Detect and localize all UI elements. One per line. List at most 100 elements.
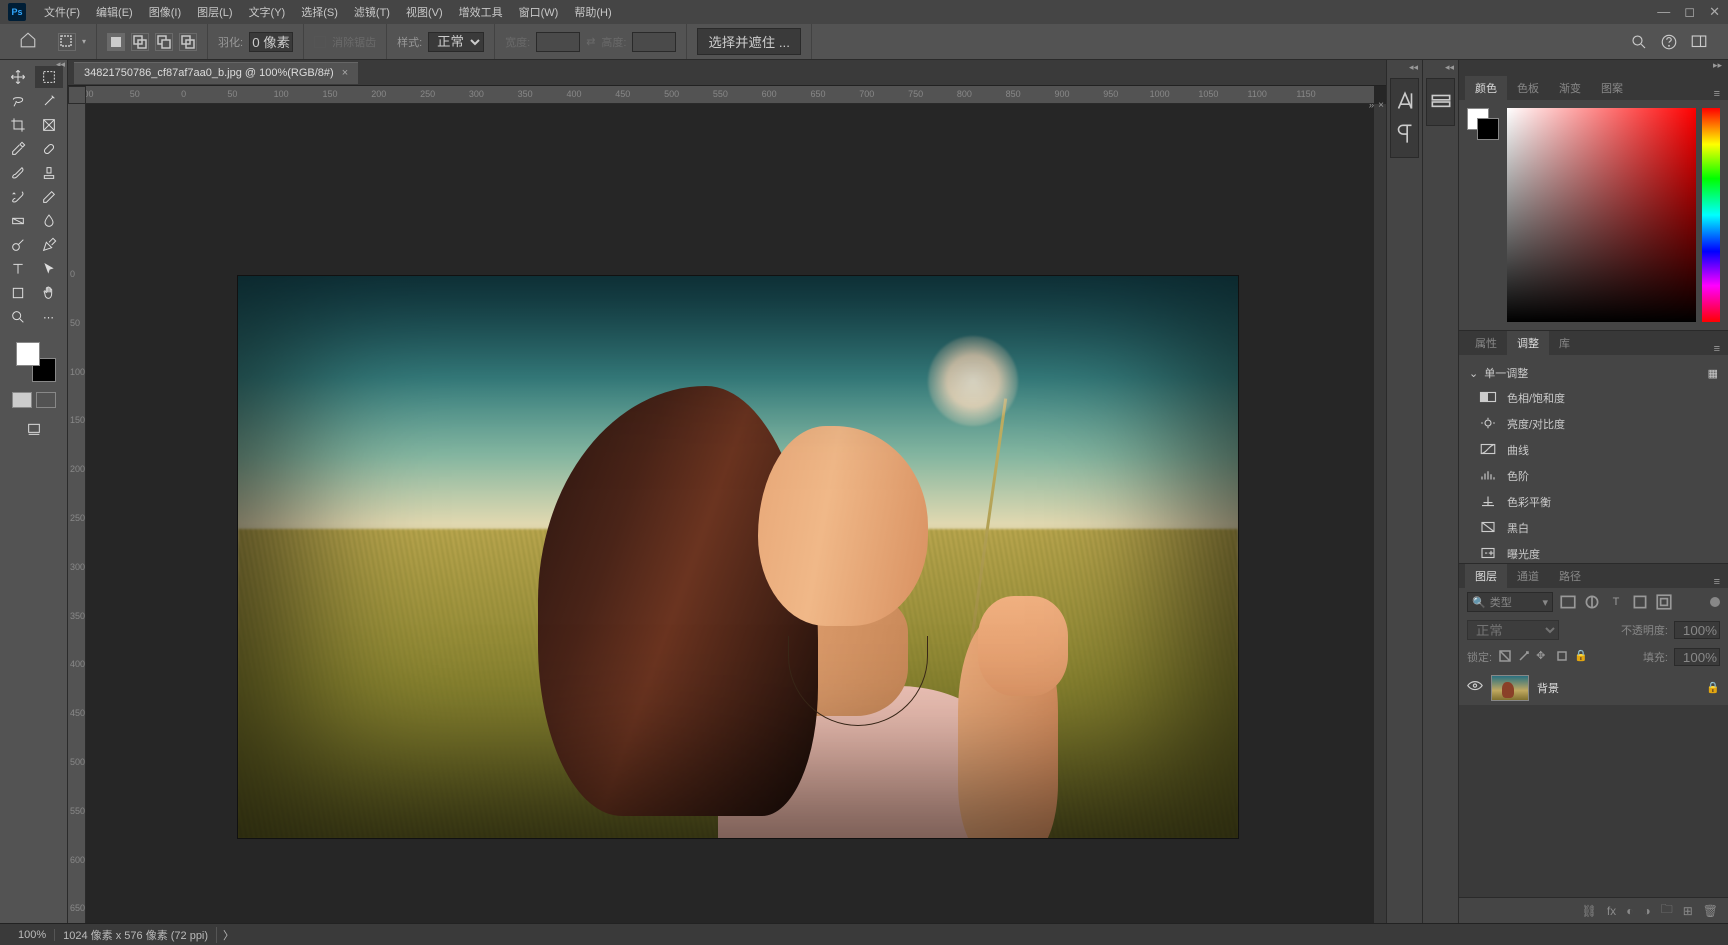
tab-channels[interactable]: 通道 xyxy=(1507,564,1549,588)
menu-select[interactable]: 选择(S) xyxy=(293,4,346,20)
layer-mask-icon[interactable]: ◐ xyxy=(1626,904,1633,918)
tab-swatches[interactable]: 色板 xyxy=(1507,76,1549,100)
tab-libraries[interactable]: 库 xyxy=(1549,331,1580,355)
filter-adjustment-icon[interactable] xyxy=(1583,593,1601,611)
menu-image[interactable]: 图像(I) xyxy=(141,4,189,20)
history-brush-tool-icon[interactable] xyxy=(4,186,32,208)
standard-mode-icon[interactable] xyxy=(12,392,32,408)
opacity-input[interactable] xyxy=(1674,621,1720,639)
menu-edit[interactable]: 编辑(E) xyxy=(88,4,141,20)
filter-pixel-icon[interactable] xyxy=(1559,593,1577,611)
panel-menu-icon[interactable]: ≡ xyxy=(1706,88,1728,100)
tab-adjustments[interactable]: 调整 xyxy=(1507,331,1549,355)
path-select-tool-icon[interactable] xyxy=(35,258,63,280)
selection-intersect-icon[interactable] xyxy=(179,33,197,51)
select-and-mask-button[interactable]: 选择并遮住 ... xyxy=(697,28,800,55)
status-more-icon[interactable]: 〉 xyxy=(217,927,240,943)
adj-brightness[interactable]: 亮度/对比度 xyxy=(1459,411,1728,437)
screen-mode-icon[interactable] xyxy=(20,418,48,440)
tab-paths[interactable]: 路径 xyxy=(1549,564,1591,588)
color-swatches[interactable] xyxy=(16,342,56,382)
eraser-tool-icon[interactable] xyxy=(35,186,63,208)
tab-patterns[interactable]: 图案 xyxy=(1591,76,1633,100)
window-minimize-icon[interactable]: — xyxy=(1657,4,1670,20)
window-close-icon[interactable]: ✕ xyxy=(1709,4,1720,20)
help-icon[interactable] xyxy=(1660,33,1678,51)
adj-exposure[interactable]: 曝光度 xyxy=(1459,541,1728,563)
dodge-tool-icon[interactable] xyxy=(4,234,32,256)
lock-move-icon[interactable]: ✥ xyxy=(1536,649,1550,666)
zoom-level[interactable]: 100% xyxy=(10,929,55,941)
fill-input[interactable] xyxy=(1674,648,1720,666)
color-picker-field[interactable] xyxy=(1507,108,1696,322)
canvas-viewport[interactable] xyxy=(86,104,1374,923)
image-canvas[interactable] xyxy=(238,276,1238,838)
brush-tool-icon[interactable] xyxy=(4,162,32,184)
tab-gradients[interactable]: 渐变 xyxy=(1549,76,1591,100)
menu-type[interactable]: 文字(Y) xyxy=(241,4,294,20)
crop-tool-icon[interactable] xyxy=(4,114,32,136)
selection-new-icon[interactable] xyxy=(107,33,125,51)
tab-color[interactable]: 颜色 xyxy=(1465,76,1507,100)
window-maximize-icon[interactable]: ◻ xyxy=(1684,4,1695,20)
panel-menu-icon[interactable]: ≡ xyxy=(1706,576,1728,588)
color-panel-swatches[interactable] xyxy=(1467,108,1501,322)
filter-shape-icon[interactable] xyxy=(1631,593,1649,611)
filter-smart-icon[interactable] xyxy=(1655,593,1673,611)
panel-background-swatch[interactable] xyxy=(1477,118,1499,140)
adjustment-layer-icon[interactable]: ◑ xyxy=(1643,904,1650,918)
adjustments-header[interactable]: ⌄ 单一调整 ▦ xyxy=(1459,361,1728,385)
close-tab-icon[interactable]: × xyxy=(342,67,348,79)
menu-view[interactable]: 视图(V) xyxy=(398,4,451,20)
zoom-tool-icon[interactable] xyxy=(4,306,32,328)
move-tool-icon[interactable] xyxy=(4,66,32,88)
tab-layers[interactable]: 图层 xyxy=(1465,564,1507,588)
heal-tool-icon[interactable] xyxy=(35,138,63,160)
layer-name[interactable]: 背景 xyxy=(1537,680,1698,696)
panel-menu-icon[interactable]: ≡ xyxy=(1706,343,1728,355)
visibility-toggle-icon[interactable] xyxy=(1467,680,1483,694)
menu-filter[interactable]: 滤镜(T) xyxy=(346,4,398,20)
ruler-vertical[interactable]: 0501001502002503003504004505005506006507… xyxy=(68,104,86,923)
panels-collapse-icon[interactable]: ▸▸ xyxy=(1459,60,1728,76)
lock-position-icon[interactable] xyxy=(1517,649,1531,666)
menu-file[interactable]: 文件(F) xyxy=(36,4,88,20)
feather-input[interactable] xyxy=(249,32,293,52)
document-tab[interactable]: 34821750786_cf87af7aa0_b.jpg @ 100%(RGB/… xyxy=(74,62,358,84)
layer-thumbnail[interactable] xyxy=(1491,675,1529,701)
lock-all-icon[interactable]: 🔒 xyxy=(1574,649,1588,666)
menu-plugins[interactable]: 增效工具 xyxy=(451,4,511,20)
blend-mode-select[interactable]: 正常 xyxy=(1467,620,1559,640)
character-panel-icon[interactable] xyxy=(1392,89,1418,115)
shape-tool-icon[interactable] xyxy=(4,282,32,304)
adj-black-white[interactable]: 黑白 xyxy=(1459,515,1728,541)
type-tool-icon[interactable] xyxy=(4,258,32,280)
adj-color-balance[interactable]: 色彩平衡 xyxy=(1459,489,1728,515)
document-dimensions[interactable]: 1024 像素 x 576 像素 (72 ppi) xyxy=(55,927,217,943)
pen-tool-icon[interactable] xyxy=(35,234,63,256)
lock-pixels-icon[interactable] xyxy=(1498,649,1512,666)
scrollbar-vertical[interactable]: »× xyxy=(1374,104,1386,923)
dock2-collapse-icon[interactable]: ◂◂ xyxy=(1445,62,1454,73)
style-select[interactable]: 正常 xyxy=(428,32,484,52)
selection-add-icon[interactable] xyxy=(131,33,149,51)
filter-toggle[interactable] xyxy=(1710,597,1720,607)
menu-help[interactable]: 帮助(H) xyxy=(566,4,619,20)
paragraph-panel-icon[interactable] xyxy=(1392,121,1418,147)
marquee-tool-icon[interactable] xyxy=(35,66,63,88)
frame-tool-icon[interactable] xyxy=(35,114,63,136)
gradient-tool-icon[interactable] xyxy=(4,210,32,232)
layer-fx-icon[interactable]: fx xyxy=(1607,904,1616,918)
layer-filter-select[interactable]: 🔍 类型▾ xyxy=(1467,592,1553,612)
doc-close-icon[interactable]: × xyxy=(1378,100,1384,111)
menu-layer[interactable]: 图层(L) xyxy=(189,4,240,20)
quickmask-mode-icon[interactable] xyxy=(36,392,56,408)
adj-levels[interactable]: 色阶 xyxy=(1459,463,1728,489)
blur-tool-icon[interactable] xyxy=(35,210,63,232)
menu-window[interactable]: 窗口(W) xyxy=(511,4,567,20)
filter-type-icon[interactable]: T xyxy=(1607,593,1625,611)
layer-group-icon[interactable]: 🗀 xyxy=(1661,900,1673,921)
adj-curves[interactable]: 曲线 xyxy=(1459,437,1728,463)
grid-view-icon[interactable]: ▦ xyxy=(1708,367,1718,380)
tool-preset-icon[interactable] xyxy=(58,33,76,51)
